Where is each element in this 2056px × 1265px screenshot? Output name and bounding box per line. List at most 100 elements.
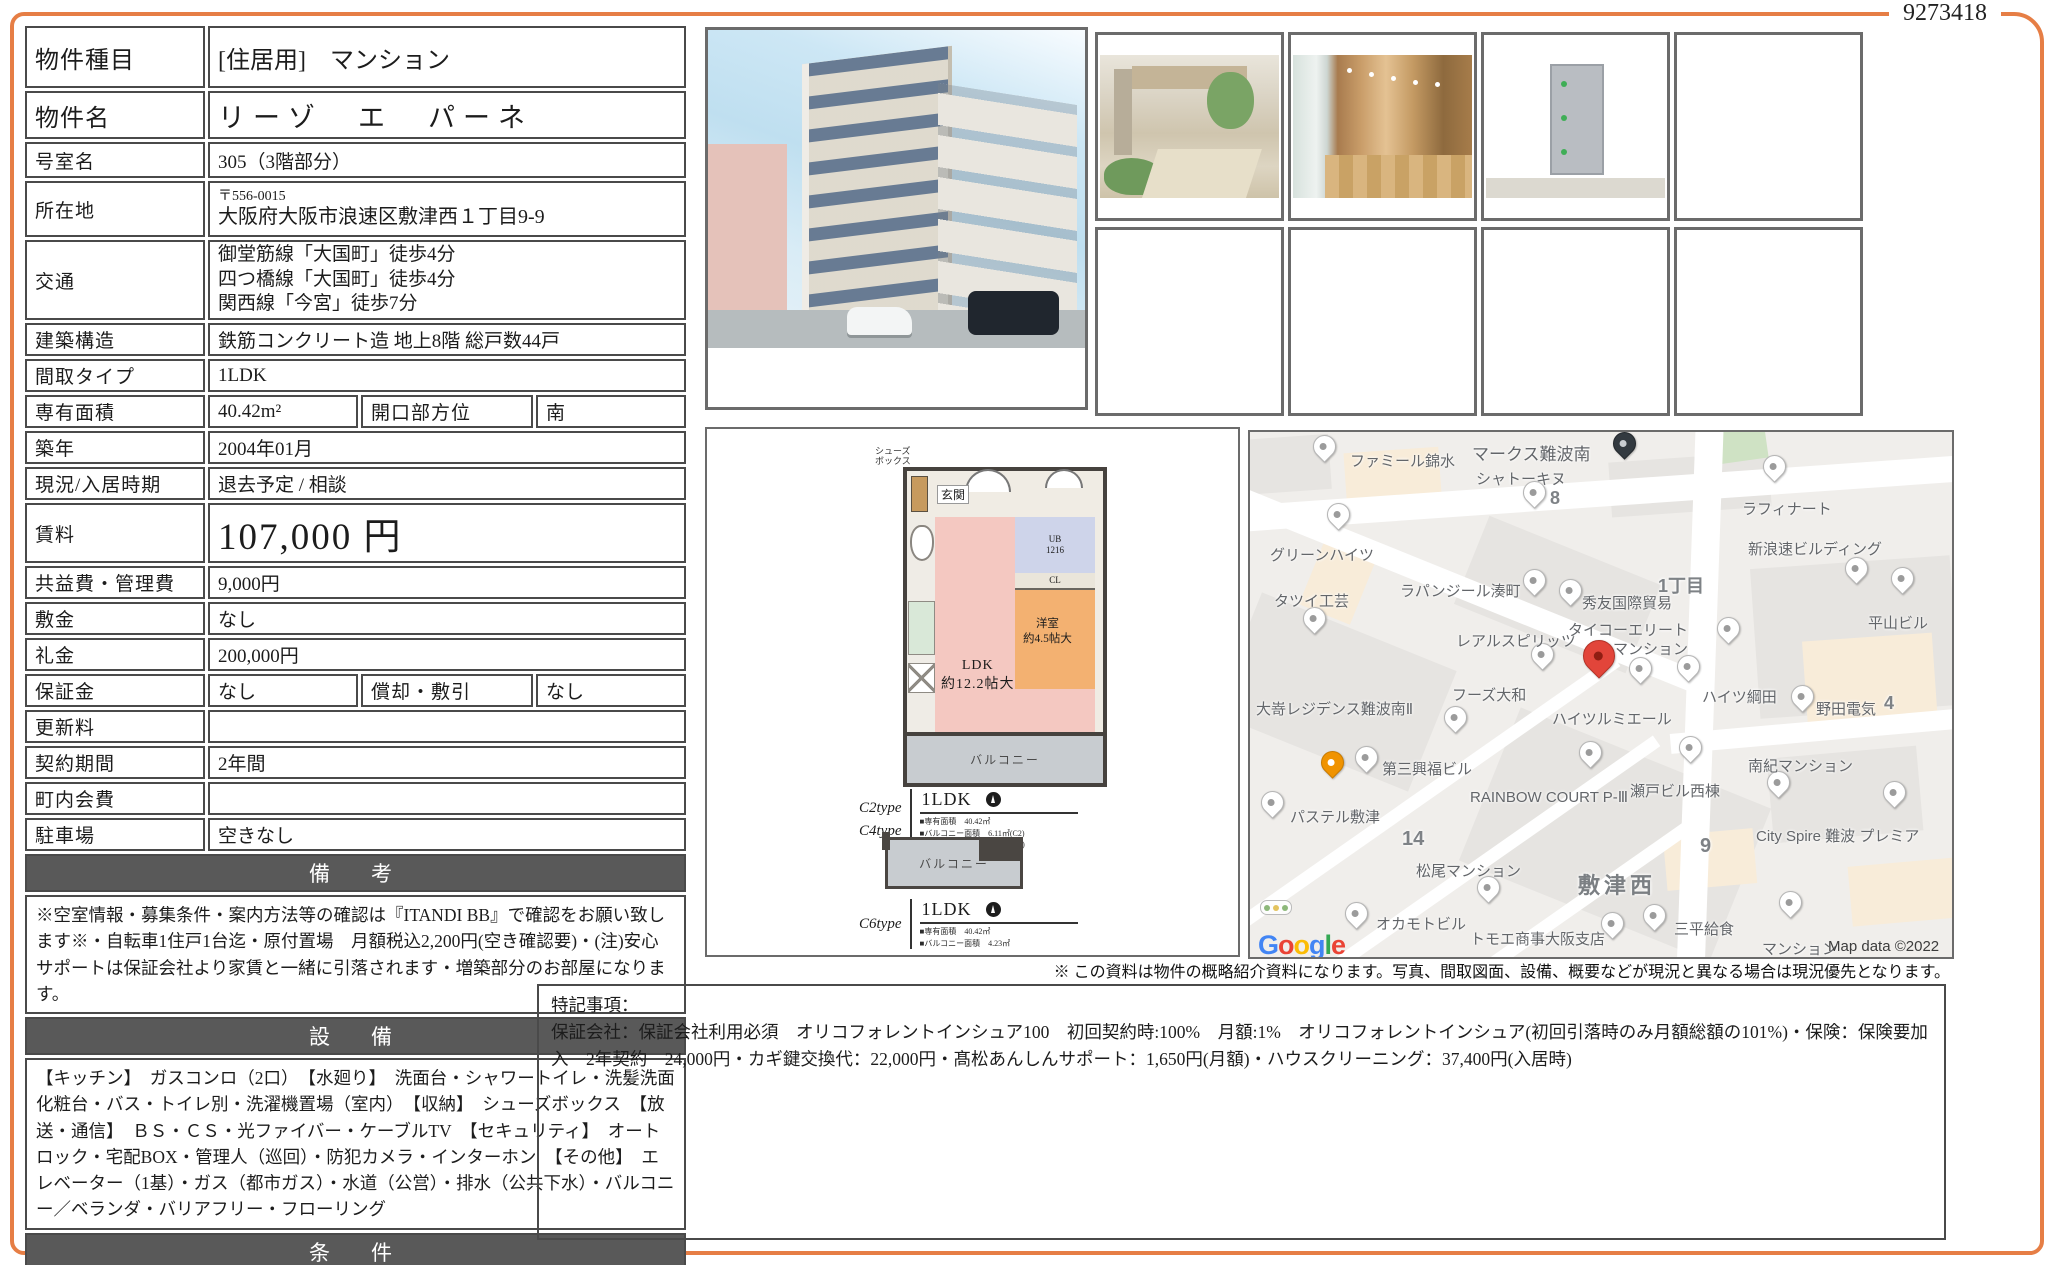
field-label: 礼金 bbox=[25, 638, 205, 671]
transit-line: 関西線「今宮」徒歩7分 bbox=[218, 292, 456, 317]
transit-line: 御堂筋線「大国町」徒歩4分 bbox=[218, 243, 456, 268]
field-label: 更新料 bbox=[25, 710, 205, 743]
floorplan-frame: シューズ ボックス 玄関 UB 1216 CL 洋室 約4.5帖大 LDK 約1… bbox=[705, 427, 1240, 957]
special-notes-title: 特記事項： bbox=[551, 992, 1932, 1019]
building-photo bbox=[708, 30, 1085, 348]
transit-line: 四つ橋線「大国町」徒歩4分 bbox=[218, 268, 456, 293]
entrance-door-arc bbox=[965, 469, 1011, 492]
type-name: C2type bbox=[859, 797, 902, 820]
field-value: 1LDK bbox=[208, 359, 686, 392]
address-cell: 〒556-0015大阪府大阪市浪速区敷津西１丁目9-9 bbox=[208, 181, 686, 237]
main-photo-frame bbox=[705, 27, 1088, 410]
map-place-label: ファミール錦水 bbox=[1350, 450, 1455, 471]
map-pin-icon bbox=[1439, 701, 1472, 734]
map-place-label: RAINBOW COURT P-Ⅲ bbox=[1470, 788, 1628, 806]
photo-frame-empty bbox=[1674, 32, 1863, 221]
map-district-label: 敷津西 bbox=[1578, 868, 1656, 900]
rent-value: 107,000 円 bbox=[208, 503, 686, 563]
map-place-label: 瀬戸ビル西棟 bbox=[1630, 780, 1720, 801]
map-place-label: 第三興福ビル bbox=[1382, 758, 1472, 779]
map-place-label: フーズ大和 bbox=[1452, 684, 1526, 705]
field-value: 200,000円 bbox=[208, 638, 686, 671]
table-row: 敷金なし bbox=[25, 602, 686, 635]
compass-icon bbox=[986, 792, 1001, 807]
document-number: 9273418 bbox=[1889, 0, 2001, 27]
map-place-label: レアルスピリッツ bbox=[1456, 630, 1576, 651]
map-place-label: City Spire 難波 プレミア bbox=[1756, 825, 1919, 846]
ldk-label: LDK 約12.2帖大 bbox=[941, 657, 1015, 695]
field-value: 南 bbox=[536, 395, 686, 428]
field-label: 敷金 bbox=[25, 602, 205, 635]
map-pin-icon bbox=[1340, 897, 1373, 930]
table-row: 交通 御堂筋線「大国町」徒歩4分四つ橋線「大国町」徒歩4分関西線「今宮」徒歩7分 bbox=[25, 240, 686, 320]
shoes-box-note: シューズ ボックス bbox=[875, 447, 911, 467]
map-place-label: パステル敷津 bbox=[1290, 806, 1380, 827]
field-label: 賃料 bbox=[25, 503, 205, 563]
photo-frame bbox=[1095, 32, 1284, 221]
table-row: 町内会費 bbox=[25, 782, 686, 815]
map-place-label: マークス難波南 bbox=[1472, 440, 1591, 465]
postal-code: 〒556-0015 bbox=[218, 189, 545, 205]
field-label: 交通 bbox=[25, 240, 205, 320]
mailbox-photo bbox=[1486, 55, 1665, 198]
disclaimer-note: ※ この資料は物件の概略紹介資料になります。写真、間取図面、設備、概要などが現況… bbox=[537, 958, 1950, 982]
field-label: 専有面積 bbox=[25, 395, 205, 428]
map-pin-icon bbox=[1712, 612, 1745, 645]
map-place-label: オカモトビル bbox=[1376, 913, 1466, 934]
map-street-label: 1丁目 bbox=[1658, 572, 1704, 598]
door-arc bbox=[1045, 469, 1083, 488]
field-value bbox=[208, 710, 686, 743]
table-row: 保証金なし償却・敷引なし bbox=[25, 674, 686, 707]
field-value: 鉄筋コンクリート造 地上8階 総戸数44戸 bbox=[208, 323, 686, 356]
area-line: ■専有面積 40.42㎡ bbox=[920, 816, 1078, 828]
field-value bbox=[208, 782, 686, 815]
kitchen-counter bbox=[908, 601, 935, 655]
field-value: 空きなし bbox=[208, 818, 686, 851]
bath-label: UB 1216 bbox=[1046, 534, 1064, 556]
map-place-label: 大嵜レジデンス難波南Ⅱ bbox=[1256, 698, 1413, 719]
type-name: C6type bbox=[859, 913, 902, 936]
field-label: 償却・敷引 bbox=[361, 674, 533, 707]
table-row: 間取タイプ1LDK bbox=[25, 359, 686, 392]
transit-cell: 御堂筋線「大国町」徒歩4分四つ橋線「大国町」徒歩4分関西線「今宮」徒歩7分 bbox=[208, 240, 686, 320]
table-row: 号室名305（3階部分） bbox=[25, 142, 686, 178]
table-row: 建築構造鉄筋コンクリート造 地上8階 総戸数44戸 bbox=[25, 323, 686, 356]
type-legend: C6type 1LDK ■専有面積 40.42㎡ ■バルコニー面積 4.23㎡ bbox=[859, 899, 1078, 949]
table-row: 更新料 bbox=[25, 710, 686, 743]
map-place-label: シャトーキヌ bbox=[1476, 468, 1566, 489]
ldk-room bbox=[935, 517, 1015, 732]
table-row: 物件種目[住居用] マンション bbox=[25, 26, 686, 88]
bedroom-label: 洋室 約4.5帖大 bbox=[1023, 617, 1072, 647]
map-place-label: タツイ工芸 bbox=[1274, 590, 1349, 611]
map-street-label: 4 bbox=[1884, 693, 1894, 714]
table-row: 専有面積40.42m²開口部方位南 bbox=[25, 395, 686, 428]
photo-frame bbox=[1288, 32, 1477, 221]
entrance-label: 玄関 bbox=[937, 485, 969, 504]
compass-icon bbox=[986, 902, 1001, 917]
table-row: 現況/入居時期退去予定 / 相談 bbox=[25, 467, 686, 500]
map-place-label: マンション bbox=[1762, 938, 1837, 959]
map-place-label: ハイツ綱田 bbox=[1702, 686, 1777, 707]
area-line: ■専有面積 40.42㎡ bbox=[920, 926, 1078, 938]
field-value: [住居用] マンション bbox=[208, 26, 686, 88]
bedroom: CL 洋室 約4.5帖大 bbox=[1015, 573, 1095, 689]
map-place-label: ハイツルミエール bbox=[1552, 708, 1672, 729]
field-value: 40.42m² bbox=[208, 395, 358, 428]
field-label: 開口部方位 bbox=[361, 395, 533, 428]
field-label: 築年 bbox=[25, 431, 205, 464]
map-place-label: 三平給食 bbox=[1674, 918, 1734, 939]
field-label: 現況/入居時期 bbox=[25, 467, 205, 500]
building-center bbox=[802, 46, 952, 344]
special-notes-text: 保証会社：保証会社利用必須 オリコフォレントインシュア100 初回契約時:100… bbox=[551, 1019, 1932, 1073]
map-place-label: トモエ商事大阪支店 bbox=[1470, 928, 1605, 949]
map-street-label: 14 bbox=[1402, 828, 1424, 851]
field-value: 退去予定 / 相談 bbox=[208, 467, 686, 500]
photo-frame-empty bbox=[1674, 227, 1863, 416]
car bbox=[847, 307, 911, 336]
map-place-label: 8 bbox=[1550, 488, 1560, 509]
photo-frame-empty bbox=[1288, 227, 1477, 416]
balcony: バルコニー bbox=[903, 732, 1107, 787]
table-row: 物件名リーゾ エ パーネ bbox=[25, 91, 686, 139]
closet-label: CL bbox=[1015, 573, 1095, 590]
field-label: 町内会費 bbox=[25, 782, 205, 815]
